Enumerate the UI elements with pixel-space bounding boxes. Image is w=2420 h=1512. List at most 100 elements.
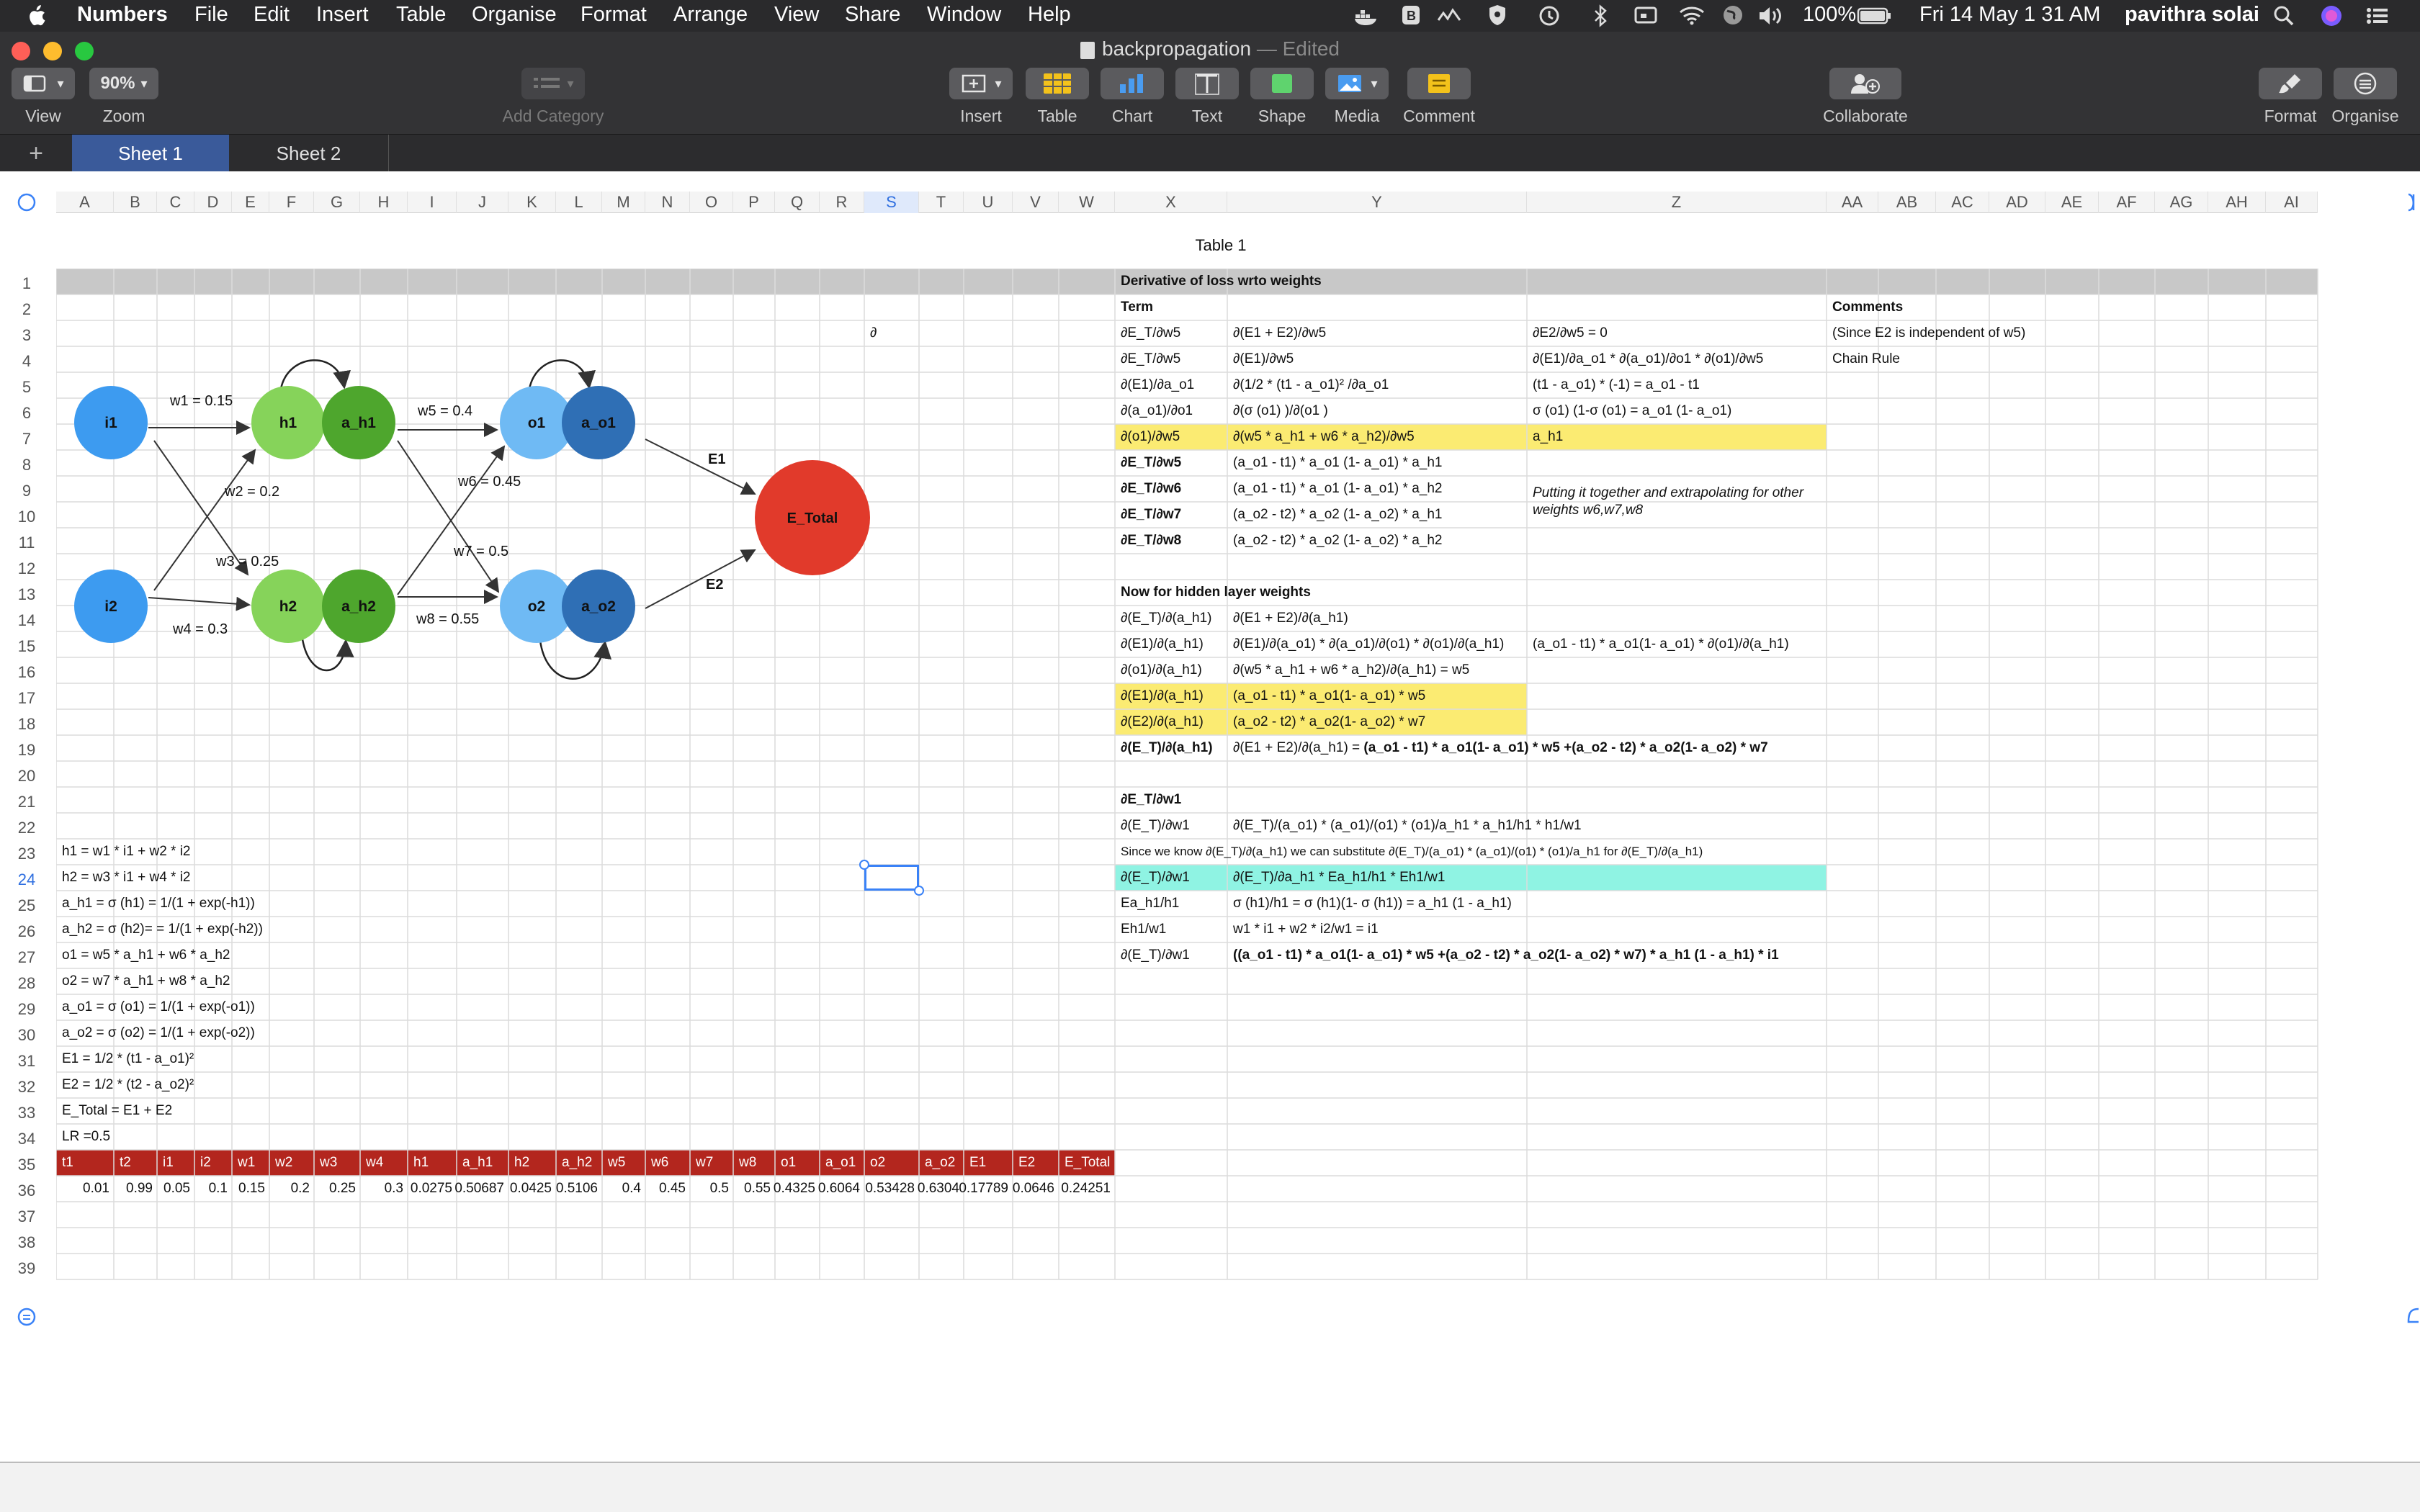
value-cell-13[interactable]: 0.45 xyxy=(645,1176,690,1202)
column-header-q[interactable]: Q xyxy=(775,192,820,213)
cell-y15[interactable]: ∂(E1)/∂(a_o1) * ∂(a_o1)/∂(o1) * ∂(o1)/∂(… xyxy=(1227,631,1527,657)
table-select-handle[interactable] xyxy=(16,192,37,213)
docker-icon[interactable] xyxy=(1354,6,1380,26)
value-cell-1[interactable]: 0.99 xyxy=(114,1176,157,1202)
value-cell-5[interactable]: 0.2 xyxy=(269,1176,314,1202)
cell-y4[interactable]: ∂(E1)/∂w5 xyxy=(1227,346,1527,372)
cell-a29[interactable]: a_o1 = σ (o1) = 1/(1 + exp(-o1)) xyxy=(56,994,269,1020)
value-cell-17[interactable]: 0.6064 xyxy=(818,1176,864,1202)
row-header-27[interactable]: 27 xyxy=(12,948,42,974)
cell-x18[interactable]: ∂(E2)/∂(a_h1) xyxy=(1115,709,1227,735)
format-button[interactable]: Format xyxy=(2259,68,2322,125)
cell-x5[interactable]: ∂(E1)/∂a_o1 xyxy=(1115,372,1227,398)
row-header-31[interactable]: 31 xyxy=(12,1052,42,1078)
cell-y19[interactable]: ∂(E1 + E2)/∂(a_h1) = (a_o1 - t1) * a_o1(… xyxy=(1227,735,1827,761)
organise-button[interactable]: Organise xyxy=(2331,68,2399,125)
table-corner-handle[interactable] xyxy=(2401,1305,2420,1329)
value-header-7[interactable]: w4 xyxy=(360,1150,408,1176)
cell-x11[interactable]: ∂E_T/∂w8 xyxy=(1115,528,1227,554)
spotlight-search-icon[interactable] xyxy=(2272,4,2295,27)
cell-a23[interactable]: h1 = w1 * i1 + w2 * i2 xyxy=(56,839,269,865)
cell-y26[interactable]: w1 * i1 + w2 * i2/w1 = i1 xyxy=(1227,917,1527,942)
column-header-p[interactable]: P xyxy=(733,192,775,213)
cell-y25[interactable]: σ (h1)/h1 = σ (h1)(1- σ (h1)) = a_h1 (1 … xyxy=(1227,891,1527,917)
cell-x22[interactable]: ∂(E_T)/∂w1 xyxy=(1115,813,1227,839)
row-header-8[interactable]: 8 xyxy=(12,456,42,482)
menu-window[interactable]: Window xyxy=(927,3,1001,27)
cell-x14[interactable]: ∂(E_T)/∂(a_h1) xyxy=(1115,606,1227,631)
cell-y18[interactable]: (a_o2 - t2) * a_o2(1- a_o2) * w7 xyxy=(1227,709,1527,735)
cell-a27[interactable]: o1 = w5 * a_h1 + w6 * a_h2 xyxy=(56,942,269,968)
cell-y7[interactable]: ∂(w5 * a_h1 + w6 * a_h2)/∂w5 xyxy=(1227,424,1527,450)
column-header-ad[interactable]: AD xyxy=(1989,192,2045,213)
row-header-14[interactable]: 14 xyxy=(12,611,42,637)
menu-file[interactable]: File xyxy=(194,3,228,27)
cell-y6[interactable]: ∂(σ (o1) )/∂(o1 ) xyxy=(1227,398,1527,424)
value-cell-10[interactable]: 0.0425 xyxy=(508,1176,556,1202)
cell-y5[interactable]: ∂(1/2 * (t1 - a_o1)² /∂a_o1 xyxy=(1227,372,1527,398)
cell-z7[interactable]: a_h1 xyxy=(1527,424,1827,450)
chart-button[interactable]: Chart xyxy=(1101,68,1164,125)
volume-icon[interactable] xyxy=(1757,4,1789,27)
row-header-34[interactable]: 34 xyxy=(12,1130,42,1156)
cell-a28[interactable]: o2 = w7 * a_h1 + w8 * a_h2 xyxy=(56,968,269,994)
value-cell-6[interactable]: 0.25 xyxy=(314,1176,360,1202)
table-button[interactable]: Table xyxy=(1026,68,1089,125)
value-cell-18[interactable]: 0.53428 xyxy=(864,1176,919,1202)
value-cell-15[interactable]: 0.55 xyxy=(733,1176,775,1202)
row-header-6[interactable]: 6 xyxy=(12,404,42,430)
siri-icon[interactable] xyxy=(2319,4,2344,28)
value-header-0[interactable]: t1 xyxy=(56,1150,114,1176)
row-header-38[interactable]: 38 xyxy=(12,1233,42,1259)
tab-sheet-2[interactable]: Sheet 2 xyxy=(229,135,389,172)
value-header-6[interactable]: w3 xyxy=(314,1150,360,1176)
cell-aa3[interactable]: (Since E2 is independent of w5) xyxy=(1827,320,2025,346)
value-header-5[interactable]: w2 xyxy=(269,1150,314,1176)
value-header-10[interactable]: h2 xyxy=(508,1150,556,1176)
column-header-u[interactable]: U xyxy=(964,192,1013,213)
apple-icon[interactable] xyxy=(26,4,46,27)
value-cell-2[interactable]: 0.05 xyxy=(157,1176,194,1202)
value-header-16[interactable]: o1 xyxy=(775,1150,820,1176)
row-header-24[interactable]: 24 xyxy=(12,870,42,896)
column-header-h[interactable]: H xyxy=(360,192,408,213)
value-cell-16[interactable]: 0.4325 xyxy=(774,1176,820,1202)
column-header-l[interactable]: L xyxy=(556,192,602,213)
row-header-25[interactable]: 25 xyxy=(12,896,42,922)
cell-x25[interactable]: Ea_h1/h1 xyxy=(1115,891,1227,917)
cell-y8[interactable]: (a_o1 - t1) * a_o1 (1- a_o1) * a_h1 xyxy=(1227,450,1527,476)
cell-y3[interactable]: ∂(E1 + E2)/∂w5 xyxy=(1227,320,1527,346)
menu-format[interactable]: Format xyxy=(581,3,647,27)
menu-insert[interactable]: Insert xyxy=(316,3,369,27)
cell-a31[interactable]: E1 = 1/2 * (t1 - a_o1)² xyxy=(56,1046,269,1072)
comment-button[interactable]: Comment xyxy=(1403,68,1475,125)
cell-y14[interactable]: ∂(E1 + E2)/∂(a_h1) xyxy=(1227,606,1527,631)
selection-end-handle[interactable] xyxy=(914,886,924,896)
column-header-o[interactable]: O xyxy=(690,192,733,213)
row-header-4[interactable]: 4 xyxy=(12,352,42,378)
cell-a24[interactable]: h2 = w3 * i1 + w4 * i2 xyxy=(56,865,269,891)
row-header-12[interactable]: 12 xyxy=(12,559,42,585)
value-cell-19[interactable]: 0.6304 xyxy=(918,1176,964,1202)
column-header-j[interactable]: J xyxy=(457,192,508,213)
cell-y9[interactable]: (a_o1 - t1) * a_o1 (1- a_o1) * a_h2 xyxy=(1227,476,1527,502)
value-header-20[interactable]: E1 xyxy=(964,1150,1013,1176)
cell-x21[interactable]: ∂E_T/∂w1 xyxy=(1115,787,1227,813)
wifi-icon[interactable] xyxy=(1678,4,1706,26)
cell-a30[interactable]: a_o2 = σ (o2) = 1/(1 + exp(-o2)) xyxy=(56,1020,269,1046)
menu-table[interactable]: Table xyxy=(396,3,446,27)
insert-button[interactable]: ▾ Insert xyxy=(949,68,1013,125)
value-cell-4[interactable]: 0.15 xyxy=(232,1176,269,1202)
value-header-13[interactable]: w6 xyxy=(645,1150,690,1176)
value-header-8[interactable]: h1 xyxy=(408,1150,457,1176)
row-header-13[interactable]: 13 xyxy=(12,585,42,611)
row-header-32[interactable]: 32 xyxy=(12,1078,42,1104)
menubar-user[interactable]: pavithra solai xyxy=(2125,3,2259,27)
media-button[interactable]: ▾ Media xyxy=(1325,68,1389,125)
column-header-af[interactable]: AF xyxy=(2099,192,2155,213)
cell-a33[interactable]: E_Total = E1 + E2 xyxy=(56,1098,269,1124)
cell-x10[interactable]: ∂E_T/∂w7 xyxy=(1115,502,1227,528)
cell-x7[interactable]: ∂(o1)/∂w5 xyxy=(1115,424,1227,450)
row-header-17[interactable]: 17 xyxy=(12,689,42,715)
cell-x13[interactable]: Now for hidden layer weights xyxy=(1115,580,1527,606)
